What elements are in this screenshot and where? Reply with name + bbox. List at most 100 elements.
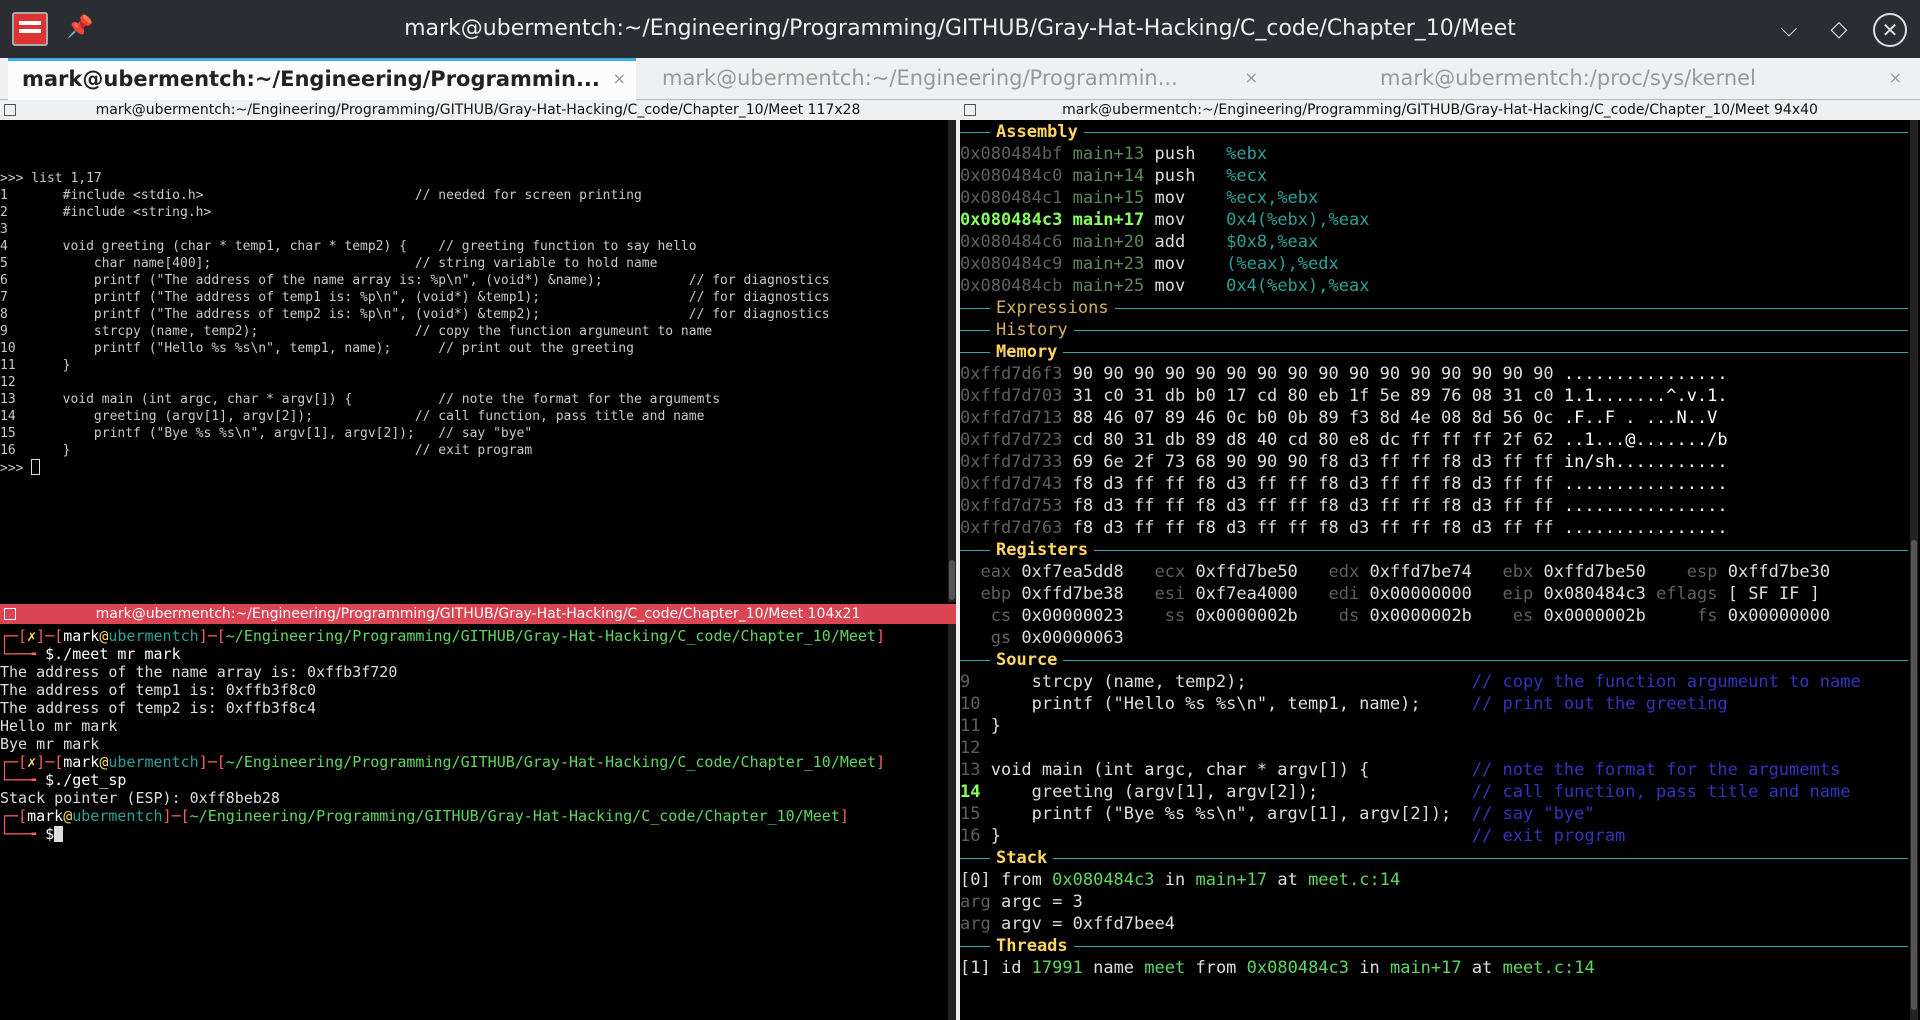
shell-pane[interactable]: ┌─[✗]─[mark@ubermentch]─[~/Engineering/P… — [0, 624, 946, 1020]
tab-proc-sys-kernel[interactable]: mark@ubermentch:/proc/sys/kernel × — [1360, 58, 1912, 100]
source-line-number: 9 — [960, 672, 991, 692]
register: ss 0x0000002b — [1124, 606, 1298, 626]
memory-address: 0xffd7d6f3 — [960, 364, 1073, 384]
gdb-command-line: >>> list 1,17 — [0, 171, 102, 186]
split-view-icon[interactable] — [4, 104, 16, 116]
asm-operands: %ecx — [1226, 166, 1268, 186]
asm-operands: 0x4(%ebx),%eax — [1226, 276, 1370, 296]
listing-line: 13 void main (int argc, char * argv[]) {… — [0, 392, 721, 407]
memory-address: 0xffd7d703 — [960, 386, 1073, 406]
section-name: Memory — [996, 342, 1058, 362]
section-name: History — [996, 320, 1068, 340]
memory-address: 0xffd7d763 — [960, 518, 1073, 538]
register-value: 0xffd7be74 — [1369, 562, 1472, 582]
memory-hex: f8 d3 ff ff f8 d3 ff ff f8 d3 ff ff f8 d… — [1072, 518, 1564, 538]
tab-close-icon[interactable]: × — [613, 61, 626, 97]
source-line: 12 — [960, 737, 1908, 759]
section-rule — [1073, 945, 1908, 947]
kw: at — [1471, 958, 1503, 978]
asm-operands: 0x4(%ebx),%eax — [1226, 210, 1370, 230]
source-code: printf ("Bye %s %s\n", argv[1], argv[2])… — [990, 804, 1472, 824]
close-window-icon[interactable]: ✕ — [1873, 13, 1907, 47]
register-row: ebp 0xffd7be38 esi 0xf7ea4000 edi 0x0000… — [960, 583, 1908, 605]
listing-line: 4 void greeting (char * temp1, char * te… — [0, 239, 697, 254]
source-line-number: 10 — [960, 694, 991, 714]
shell-output-line: Stack pointer (ESP): 0xff8beb28 — [0, 789, 280, 807]
minimize-chevron-icon[interactable]: ⌵ — [1772, 13, 1806, 47]
assembly-line: 0x080484c3 main+17 mov 0x4(%ebx),%eax — [960, 209, 1908, 231]
memory-address: 0xffd7d723 — [960, 430, 1073, 450]
shell-output-line: The address of temp2 is: 0xffb3f8c4 — [0, 699, 317, 717]
asm-address: 0x080484c3 — [960, 210, 1073, 230]
thread-name: meet — [1144, 958, 1196, 978]
shell-command: $./meet mr mark — [45, 645, 181, 663]
maximize-diamond-icon[interactable]: ◇ — [1822, 13, 1856, 47]
listing-line: 15 printf ("Bye %s %s\n", argv[1], argv[… — [0, 426, 533, 441]
asm-opcode: mov — [1154, 188, 1227, 208]
tab-close-icon[interactable]: × — [1245, 58, 1258, 98]
window-title: mark@ubermentch:~/Engineering/Programmin… — [404, 16, 1516, 41]
prompt-corner: ┌─ — [0, 753, 19, 771]
arg-keyword: arg — [960, 914, 1001, 934]
section-rule — [1063, 659, 1908, 661]
listing-line: 7 printf ("The address of temp1 is: %p\n… — [0, 290, 830, 305]
prompt-bracket: ]─[ — [162, 807, 190, 825]
listing-line: 11 } — [0, 358, 71, 373]
left-top-scrollbar[interactable] — [948, 120, 956, 602]
split-view-icon[interactable] — [964, 104, 976, 116]
register: eip 0x080484c3 — [1472, 584, 1646, 604]
section-memory: Memory — [960, 341, 1908, 363]
right-scrollbar[interactable] — [1910, 120, 1918, 1020]
asm-address: 0x080484cb — [960, 276, 1073, 296]
register-name: ebx — [1471, 562, 1544, 582]
register: ecx 0xffd7be50 — [1124, 562, 1297, 582]
register-name: esp — [1645, 562, 1728, 582]
memory-ascii: 1.1.......^.v.1. — [1563, 386, 1728, 406]
prompt-host: ubermentch — [108, 753, 199, 771]
memory-hex: f8 d3 ff ff f8 d3 ff ff f8 d3 ff ff f8 d… — [1072, 496, 1564, 516]
tab-meet-2[interactable]: mark@ubermentch:~/Engineering/Programmin… — [648, 58, 1268, 100]
gdb-dashboard-pane[interactable]: Assembly 0x080484bf main+13 push %ebx 0x08… — [960, 120, 1908, 1020]
section-expressions: Expressions — [960, 297, 1908, 319]
split-view-icon[interactable] — [4, 608, 16, 620]
pin-icon[interactable]: 📌 — [66, 14, 94, 42]
prompt-bracket: [ — [18, 753, 28, 771]
listing-line: 2 #include <string.h> — [0, 205, 212, 220]
register-row: cs 0x00000023 ss 0x0000002b ds 0x0000002… — [960, 605, 1908, 627]
section-rule — [1083, 131, 1908, 133]
register: esi 0xf7ea4000 — [1124, 584, 1297, 604]
section-registers: Registers — [960, 539, 1908, 561]
asm-opcode: push — [1154, 166, 1227, 186]
memory-line: 0xffd7d763 f8 d3 ff ff f8 d3 ff ff f8 d3… — [960, 517, 1908, 539]
register-value: 0x00000000 — [1727, 606, 1831, 626]
prompt-host: ubermentch — [108, 627, 199, 645]
tab-close-icon[interactable]: × — [1889, 58, 1902, 98]
prompt-user: mark — [63, 627, 100, 645]
asm-address: 0x080484c9 — [960, 254, 1073, 274]
tab-meet-1[interactable]: mark@ubermentch:~/Engineering/Programmin… — [8, 58, 636, 100]
section-rule — [960, 549, 990, 551]
left-bottom-scrollbar[interactable] — [948, 624, 956, 1020]
prompt-corner: ┌─ — [0, 627, 19, 645]
terminal-app-icon[interactable] — [12, 12, 48, 46]
frame-address: 0x080484c3 — [1052, 870, 1165, 890]
source-line: 14 greeting (argv[1], argv[2]); // call … — [960, 781, 1908, 803]
listing-line: 1 #include <stdio.h> // needed for scree… — [0, 188, 642, 203]
register-value: 0x080484c3 — [1543, 584, 1646, 604]
register: fs 0x00000000 — [1646, 606, 1830, 626]
section-name: Stack — [996, 848, 1048, 868]
asm-opcode: add — [1154, 232, 1227, 252]
shell-command-line: └──╼ $./meet mr mark — [0, 645, 946, 663]
prompt-user: mark — [27, 807, 64, 825]
asm-opcode: push — [1154, 144, 1227, 164]
register-value: 0xffd7be50 — [1543, 562, 1646, 582]
source-line: 9 strcpy (name, temp2); // copy the func… — [960, 671, 1908, 693]
gdb-listing-pane[interactable]: >>> list 1,17 1 #include <stdio.h> // nee… — [0, 120, 946, 602]
source-comment: // say "bye" — [1471, 804, 1595, 824]
assembly-line: 0x080484c0 main+14 push %ecx — [960, 165, 1908, 187]
section-name: Expressions — [996, 298, 1109, 318]
kw: id — [1000, 958, 1032, 978]
source-code: void main (int argc, char * argv[]) { — [990, 760, 1472, 780]
prompt-cwd: ~/Engineering/Programming/GITHUB/Gray-Ha… — [189, 807, 840, 825]
register: ds 0x0000002b — [1298, 606, 1472, 626]
